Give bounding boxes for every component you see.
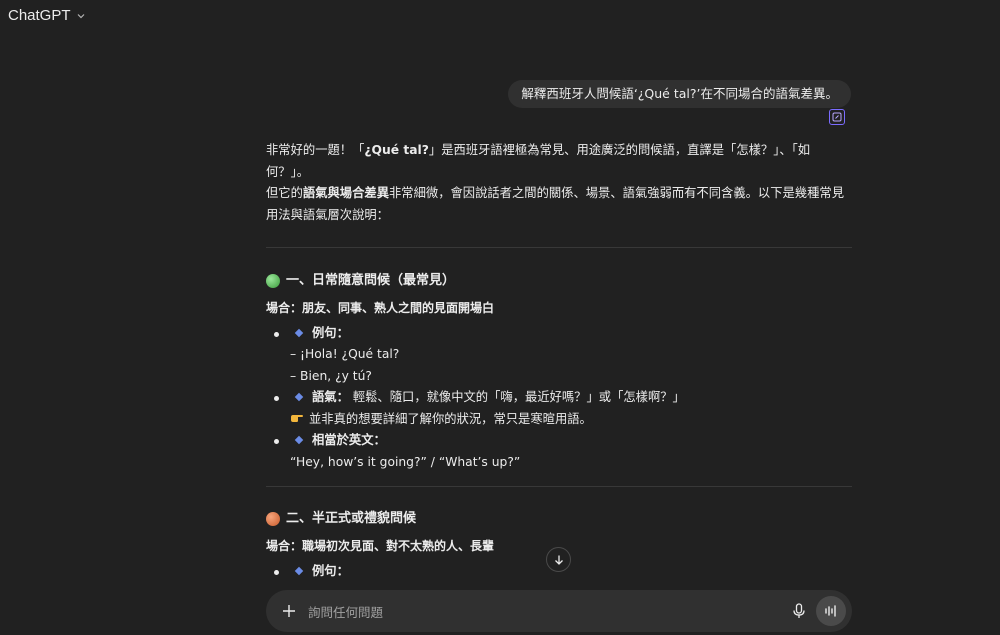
example-line: – ¡Hola! ¿Qué tal? <box>290 347 400 361</box>
example-label: 例句： <box>312 325 349 340</box>
bullet <box>274 331 279 337</box>
user-message-bubble: 解釋西班牙人問候語‘¿Qué tal?’在不同場合的語氣差異。 <box>508 80 851 108</box>
equiv-text: “Hey, how’s it going?” / “What’s up?” <box>290 454 521 469</box>
intro-text: 但它的 <box>266 186 303 200</box>
scroll-to-bottom-button[interactable] <box>546 547 571 572</box>
voice-mode-button[interactable] <box>816 596 846 626</box>
voice-mode-icon <box>825 605 836 617</box>
tone-text: 輕鬆、隨口，就像中文的「嗨，最近好嗎？」或「怎樣啊？」 <box>352 390 685 404</box>
tone-label: 語氣： <box>312 390 349 404</box>
app-title: ChatGPT <box>8 7 71 24</box>
intro-bold: 語氣與場合差異 <box>302 186 389 200</box>
section-1-heading: 一、日常隨意問候（最常見） <box>266 271 852 291</box>
bullet <box>274 396 279 401</box>
edit-icon[interactable] <box>829 109 845 125</box>
blue-diamond-icon <box>294 566 304 575</box>
blue-diamond-icon <box>294 435 304 445</box>
section-1-scene: 場合：朋友、同事、熟人之間的見面開場白 <box>266 301 495 315</box>
green-circle-icon <box>266 274 280 288</box>
intro-paragraph-2: 但它的語氣與場合差異非常細微，會因說話者之間的關係、場景、語氣強弱而有不同含義。… <box>266 183 852 226</box>
pointing-hand-icon <box>290 409 304 431</box>
example-label: 例句： <box>312 563 349 578</box>
orange-circle-icon <box>266 512 280 526</box>
intro-text: 非常好的一題！「 <box>266 143 365 157</box>
example-line: – Bien, ¿y tú? <box>290 368 372 383</box>
tone-note: 並非真的想要詳細了解你的狀況，常只是寒暄用語。 <box>266 409 852 431</box>
assistant-message: 非常好的一題！「¿Qué tal?」是西班牙語裡極為常見、用途廣泛的問候語，直譯… <box>266 140 852 582</box>
section-2-heading: 二、半正式或禮貌問候 <box>266 509 852 529</box>
section-2-title: 二、半正式或禮貌問候 <box>286 511 417 527</box>
list-item: 相當於英文： <box>266 430 852 452</box>
list-item: 語氣： 輕鬆、隨口，就像中文的「嗨，最近好嗎？」或「怎樣啊？」 <box>266 387 852 409</box>
section-1-title: 一、日常隨意問候（最常見） <box>286 273 456 289</box>
bullet <box>274 569 279 575</box>
chevron-down-icon <box>76 6 86 25</box>
model-selector[interactable]: ChatGPT <box>8 6 86 25</box>
arrow-down-icon <box>554 555 563 565</box>
blue-diamond-icon <box>294 392 304 402</box>
intro-paragraph-1: 非常好的一題！「¿Qué tal?」是西班牙語裡極為常見、用途廣泛的問候語，直譯… <box>266 140 852 183</box>
microphone-icon[interactable] <box>790 602 808 620</box>
top-bar: ChatGPT <box>0 0 1000 34</box>
blue-diamond-icon <box>294 328 304 337</box>
bullet <box>274 439 279 444</box>
prompt-input[interactable] <box>306 601 780 623</box>
intro-bold: ¿Qué tal? <box>364 143 429 157</box>
equiv-label: 相當於英文： <box>312 433 386 447</box>
tone-note-text: 並非真的想要詳細了解你的狀況，常只是寒暄用語。 <box>309 411 592 426</box>
plus-icon[interactable] <box>280 602 298 620</box>
composer <box>266 590 852 632</box>
list-item: 例句： <box>266 323 852 345</box>
